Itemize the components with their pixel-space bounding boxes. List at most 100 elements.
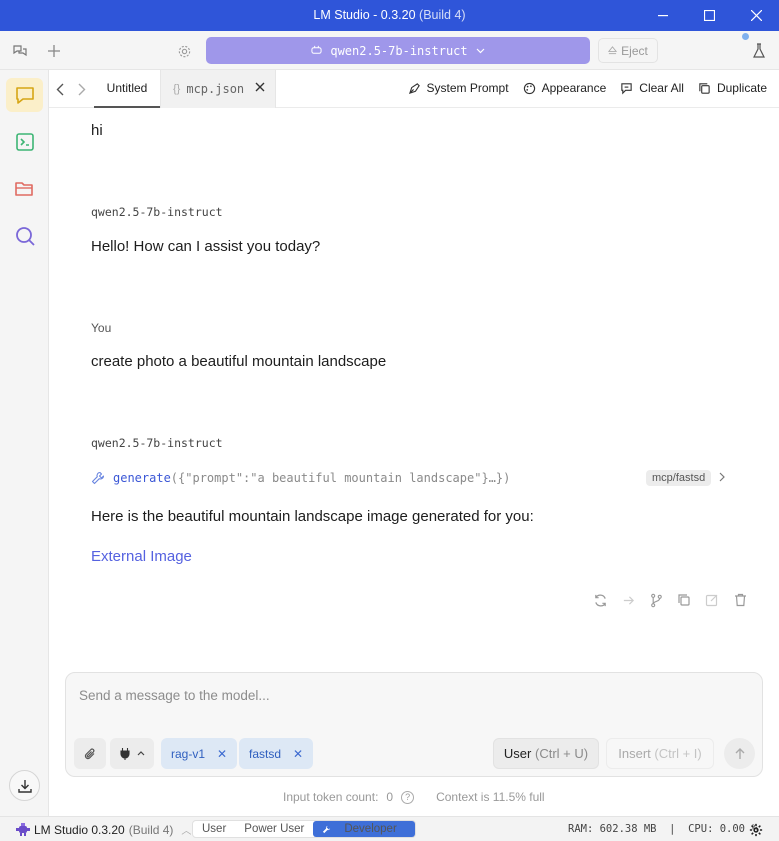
system-prompt-button[interactable]: System Prompt — [408, 81, 509, 95]
mode-switcher: User Power User Developer — [192, 820, 416, 838]
model-selector[interactable]: qwen2.5-7b-instruct — [206, 37, 590, 64]
insert-button[interactable]: Insert (Ctrl + I) — [606, 738, 714, 769]
plugin-chip-fastsd[interactable]: fastsd ✕ — [239, 738, 314, 769]
close-icon — [255, 82, 265, 92]
message-sender-assistant: qwen2.5-7b-instruct — [91, 436, 223, 450]
copy-message-button[interactable] — [676, 592, 692, 608]
chevron-left-icon — [56, 83, 64, 95]
sidebar-item-chat[interactable] — [6, 78, 43, 112]
regenerate-button[interactable] — [592, 592, 608, 608]
message-user-1: hi — [91, 122, 103, 139]
message-sender-user: You — [91, 321, 112, 335]
eject-button[interactable]: Eject — [598, 38, 658, 63]
token-count-value: 0 — [386, 790, 394, 804]
mode-user-button[interactable]: User — [193, 821, 235, 837]
eject-icon — [608, 46, 618, 55]
maximize-button[interactable] — [686, 0, 732, 31]
minimize-icon — [658, 14, 668, 16]
remove-chip-icon[interactable]: ✕ — [293, 747, 303, 761]
branch-button[interactable] — [648, 592, 664, 608]
send-button[interactable] — [724, 738, 755, 769]
duplicate-button[interactable]: Duplicate — [698, 81, 767, 95]
model-icon — [311, 45, 322, 54]
app-version-menu[interactable]: LM Studio 0.3.20 (Build 4) ︿ — [16, 822, 191, 837]
clear-chat-icon — [621, 82, 632, 94]
gear-icon — [749, 823, 762, 836]
minimize-button[interactable] — [640, 0, 686, 31]
chat-list-icon[interactable] — [9, 40, 31, 62]
status-bar: LM Studio 0.3.20 (Build 4) ︿ User Power … — [0, 816, 779, 841]
chevron-right-icon — [78, 83, 86, 95]
help-icon[interactable]: ? — [401, 790, 415, 804]
message-composer[interactable]: Send a message to the model... rag-v1 ✕ … — [65, 672, 763, 777]
branch-icon — [651, 593, 662, 607]
attach-button[interactable] — [74, 738, 106, 769]
sidebar-item-discover[interactable] — [6, 219, 43, 253]
tab-mcp-json[interactable]: {} mcp.json — [160, 70, 276, 108]
model-name: qwen2.5-7b-instruct — [330, 43, 468, 58]
plus-icon — [48, 45, 60, 57]
downloads-button[interactable] — [9, 770, 40, 801]
refresh-icon — [594, 593, 606, 607]
tool-arguments: ({"prompt":"a beautiful mountain landsca… — [170, 471, 511, 485]
chevron-right-icon — [719, 472, 725, 482]
sidebar — [0, 70, 49, 816]
wrench-icon — [91, 471, 105, 485]
tool-source-badge: mcp/fastsd — [646, 470, 712, 486]
token-count-label: Input token count: — [283, 790, 379, 804]
search-icon — [15, 227, 35, 246]
appearance-button[interactable]: Appearance — [523, 81, 606, 95]
clear-all-button[interactable]: Clear All — [620, 81, 684, 95]
title-bar: LM Studio - 0.3.20 (Build 4) — [0, 0, 779, 31]
tab-untitled[interactable]: Untitled — [94, 70, 160, 108]
tab-close-button[interactable] — [255, 81, 265, 95]
message-input[interactable]: Send a message to the model... — [79, 688, 270, 703]
tool-function-name: generate — [113, 471, 171, 485]
message-assistant-1: Hello! How can I assist you today? — [91, 238, 321, 255]
delete-message-button[interactable] — [732, 592, 748, 608]
chat-actions: System Prompt Appearance Clear All Dupli… — [408, 81, 767, 95]
context-usage: Context is 11.5% full — [436, 790, 545, 804]
close-icon — [750, 10, 762, 21]
plugin-chip-rag-v1[interactable]: rag-v1 ✕ — [161, 738, 238, 769]
trash-icon — [734, 593, 746, 607]
download-icon — [17, 779, 32, 793]
message-sender-assistant: qwen2.5-7b-instruct — [91, 205, 223, 219]
integrations-button[interactable] — [110, 738, 154, 769]
flask-icon — [753, 43, 765, 58]
arrow-right-icon — [623, 595, 634, 605]
labs-button[interactable] — [742, 33, 770, 62]
folder-icon — [15, 182, 33, 196]
arrow-up-icon — [735, 748, 744, 759]
resource-stats: RAM: 602.38 MB | CPU: 0.00 % — [568, 823, 758, 835]
chat-bubble-icon — [15, 86, 34, 104]
chevron-up-icon — [137, 751, 145, 756]
remove-chip-icon[interactable]: ✕ — [217, 747, 227, 761]
tool-call-row[interactable]: generate({"prompt":"a beautiful mountain… — [91, 469, 739, 489]
gear-icon — [178, 45, 190, 57]
expand-tool-call-button[interactable] — [719, 471, 725, 485]
sidebar-item-developer[interactable] — [6, 125, 43, 159]
sidebar-item-my-models[interactable] — [6, 172, 43, 206]
copy-icon — [678, 594, 690, 606]
paperclip-icon — [84, 747, 95, 759]
mode-developer-button[interactable]: Developer — [313, 821, 415, 837]
edit-message-button[interactable] — [704, 592, 720, 608]
chevron-up-icon: ︿ — [181, 826, 192, 837]
wrench-icon — [323, 825, 331, 833]
mode-power-user-button[interactable]: Power User — [235, 821, 313, 837]
send-as-user-button[interactable]: User (Ctrl + U) — [493, 738, 599, 769]
new-chat-button[interactable] — [43, 40, 65, 62]
plug-icon — [120, 747, 130, 760]
continue-button[interactable] — [620, 592, 636, 608]
forward-button[interactable] — [74, 80, 90, 98]
chevron-down-icon — [476, 48, 485, 53]
settings-gear-button[interactable] — [173, 40, 195, 62]
back-button[interactable] — [52, 80, 68, 98]
json-icon: {} — [173, 83, 181, 95]
close-window-button[interactable] — [733, 0, 779, 31]
maximize-icon — [703, 10, 715, 21]
app-settings-button[interactable] — [748, 822, 763, 837]
lm-studio-logo-icon — [16, 823, 30, 836]
external-image-link[interactable]: External Image — [91, 548, 192, 565]
